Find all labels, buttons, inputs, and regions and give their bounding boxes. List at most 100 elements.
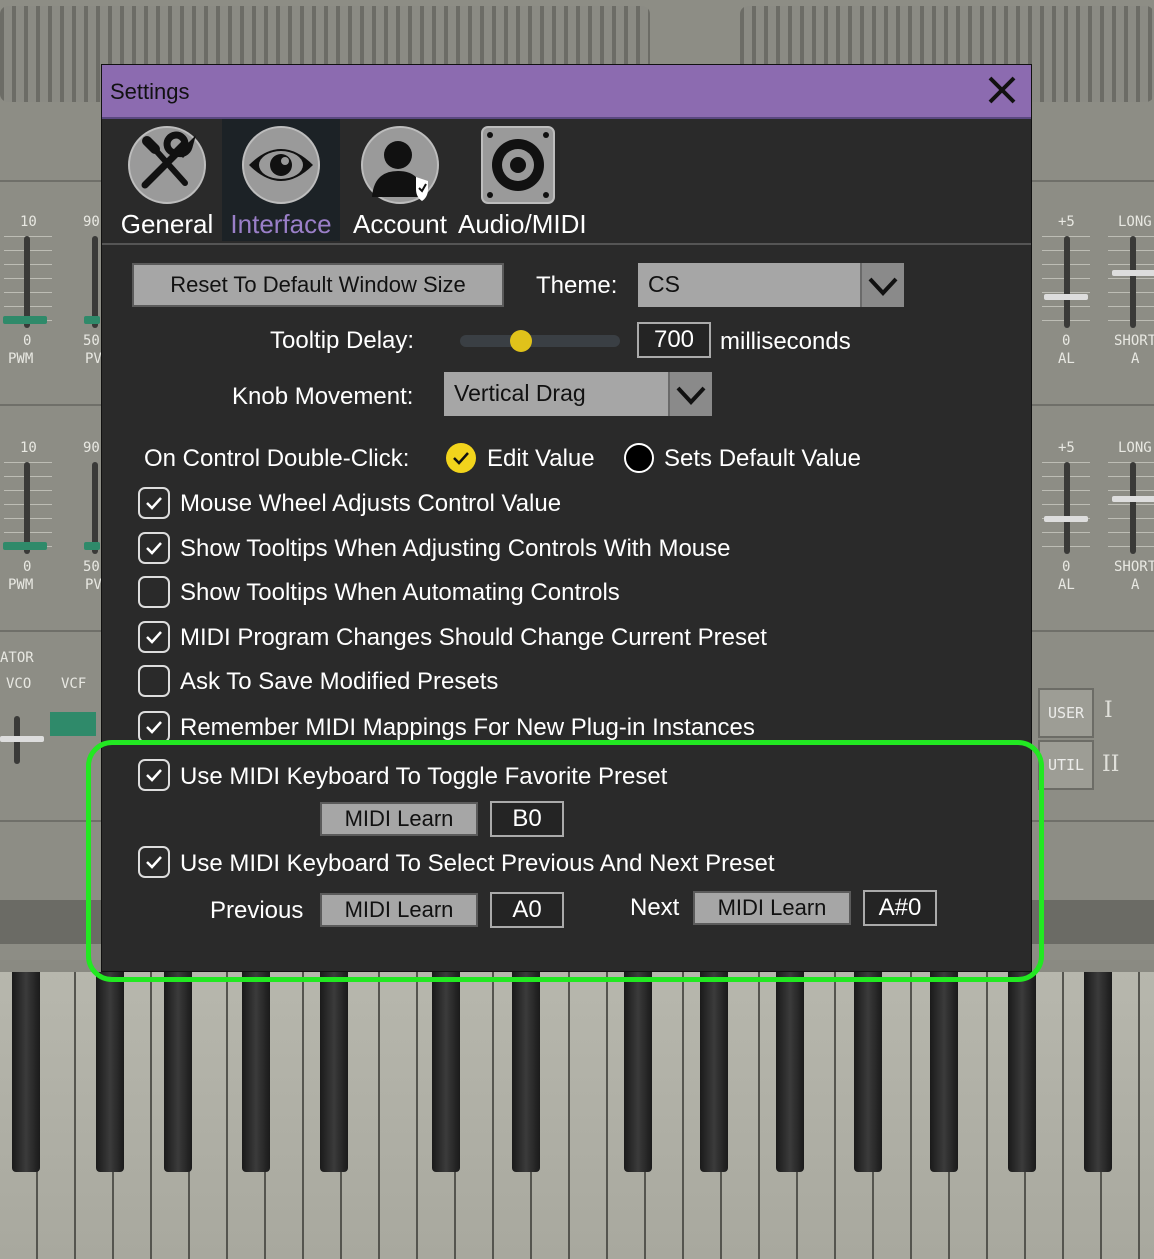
- next-note-input[interactable]: A#0: [863, 890, 937, 926]
- reset-window-size-button[interactable]: Reset To Default Window Size: [132, 263, 504, 307]
- checkbox-label: Mouse Wheel Adjusts Control Value: [180, 490, 562, 517]
- black-key[interactable]: [700, 972, 728, 1172]
- slider-cap[interactable]: [1044, 516, 1088, 522]
- close-icon[interactable]: [985, 73, 1019, 107]
- ask-save-checkbox[interactable]: [138, 665, 170, 697]
- black-key[interactable]: [930, 972, 958, 1172]
- slider-scale-label: 0: [23, 559, 32, 575]
- sets-default-radio[interactable]: [624, 443, 654, 473]
- black-key[interactable]: [624, 972, 652, 1172]
- slider-name-label: PWM: [8, 351, 34, 367]
- next-midi-learn-button[interactable]: MIDI Learn: [693, 891, 851, 925]
- white-key[interactable]: [38, 972, 76, 1259]
- black-key[interactable]: [854, 972, 882, 1172]
- util-button[interactable]: UTIL: [1038, 740, 1094, 790]
- black-key[interactable]: [432, 972, 460, 1172]
- dialog-title: Settings: [110, 79, 190, 104]
- slider-cap[interactable]: [1044, 294, 1088, 300]
- bank-label: I: [1104, 698, 1113, 723]
- black-key[interactable]: [776, 972, 804, 1172]
- slider-scale-label: LONG: [1118, 214, 1152, 230]
- pw-slider[interactable]: [92, 236, 98, 328]
- white-key[interactable]: [456, 972, 494, 1259]
- user-shield-icon: [361, 126, 439, 204]
- toggle-favorite-checkbox[interactable]: [138, 759, 170, 791]
- favorite-note-input[interactable]: B0: [490, 801, 564, 837]
- checkbox-label: Use MIDI Keyboard To Toggle Favorite Pre…: [180, 763, 668, 790]
- vcf-switch[interactable]: [50, 712, 96, 736]
- black-key[interactable]: [1084, 972, 1112, 1172]
- theme-select[interactable]: CS: [638, 263, 904, 307]
- tab-interface[interactable]: Interface: [222, 119, 340, 241]
- theme-value: CS: [648, 271, 680, 297]
- section-label: ATOR: [0, 650, 34, 666]
- knob-movement-select[interactable]: Vertical Drag: [444, 372, 712, 416]
- slider-scale-label: SHORT: [1114, 333, 1154, 349]
- edit-value-radio[interactable]: [446, 443, 476, 473]
- tab-general[interactable]: General: [112, 119, 222, 241]
- tooltips-automating-checkbox[interactable]: [138, 576, 170, 608]
- slider-scale-label: LONG: [1118, 440, 1152, 456]
- white-key[interactable]: [1140, 972, 1154, 1259]
- slider-name-label: PV: [85, 577, 102, 593]
- tab-account[interactable]: Account: [348, 119, 452, 241]
- slider-scale-label: 0: [1062, 333, 1071, 349]
- prev-next-checkbox[interactable]: [138, 846, 170, 878]
- white-key[interactable]: [570, 972, 608, 1259]
- previous-label: Previous: [210, 897, 304, 924]
- checkbox-label: MIDI Program Changes Should Change Curre…: [180, 624, 767, 651]
- pwm-slider-cap[interactable]: [3, 316, 47, 324]
- white-key[interactable]: [190, 972, 228, 1259]
- remember-mappings-checkbox[interactable]: [138, 711, 170, 743]
- tab-label: Account: [353, 209, 447, 239]
- black-key[interactable]: [12, 972, 40, 1172]
- black-key[interactable]: [512, 972, 540, 1172]
- slider-scale-label: +5: [1058, 214, 1075, 230]
- slider-right-a[interactable]: [1064, 236, 1070, 328]
- tab-label: Interface: [230, 209, 332, 239]
- vco-switch-cap[interactable]: [0, 736, 44, 742]
- slider-scale-label: 10: [20, 214, 37, 230]
- section-label: VCO: [6, 676, 32, 692]
- tab-audio-midi[interactable]: Audio/MIDI: [458, 119, 587, 241]
- white-key[interactable]: [380, 972, 418, 1259]
- slider-scale-label: 90: [83, 214, 100, 230]
- user-button[interactable]: USER: [1038, 688, 1094, 738]
- settings-dialog: Settings General Interface Account Audio…: [101, 64, 1032, 972]
- slider-thumb[interactable]: [509, 330, 532, 352]
- theme-label: Theme:: [536, 272, 618, 299]
- tooltip-delay-input[interactable]: 700: [637, 322, 711, 358]
- black-key[interactable]: [320, 972, 348, 1172]
- wrench-screwdriver-icon: [128, 126, 206, 204]
- black-key[interactable]: [1008, 972, 1036, 1172]
- pw-slider-cap[interactable]: [84, 542, 100, 550]
- black-key[interactable]: [96, 972, 124, 1172]
- slider-cap[interactable]: [1112, 496, 1154, 502]
- eye-icon: [242, 126, 320, 204]
- slider-name-label: AL: [1058, 351, 1075, 367]
- black-key[interactable]: [164, 972, 192, 1172]
- slider-right-d[interactable]: [1130, 462, 1136, 554]
- slider-right-b[interactable]: [1130, 236, 1136, 328]
- mouse-wheel-checkbox[interactable]: [138, 487, 170, 519]
- slider-right-c[interactable]: [1064, 462, 1070, 554]
- previous-midi-learn-button[interactable]: MIDI Learn: [320, 893, 478, 927]
- slider-scale-label: 50: [83, 333, 100, 349]
- black-key[interactable]: [242, 972, 270, 1172]
- checkbox-label: Ask To Save Modified Presets: [180, 668, 499, 695]
- tooltips-adjusting-checkbox[interactable]: [138, 532, 170, 564]
- pw-slider-2[interactable]: [92, 462, 98, 554]
- piano-keyboard[interactable]: [0, 972, 1154, 1259]
- previous-note-input[interactable]: A0: [490, 892, 564, 928]
- tooltip-delay-slider[interactable]: [460, 330, 620, 352]
- white-key[interactable]: [266, 972, 304, 1259]
- favorite-midi-learn-button[interactable]: MIDI Learn: [320, 802, 478, 836]
- slider-cap[interactable]: [1112, 270, 1154, 276]
- program-changes-checkbox[interactable]: [138, 621, 170, 653]
- pw-slider-cap[interactable]: [84, 316, 100, 324]
- pwm-slider-2[interactable]: [24, 462, 30, 554]
- sets-default-label: Sets Default Value: [664, 445, 862, 472]
- chevron-down-icon: [860, 263, 904, 307]
- pwm-slider-cap[interactable]: [3, 542, 47, 550]
- pwm-slider[interactable]: [24, 236, 30, 328]
